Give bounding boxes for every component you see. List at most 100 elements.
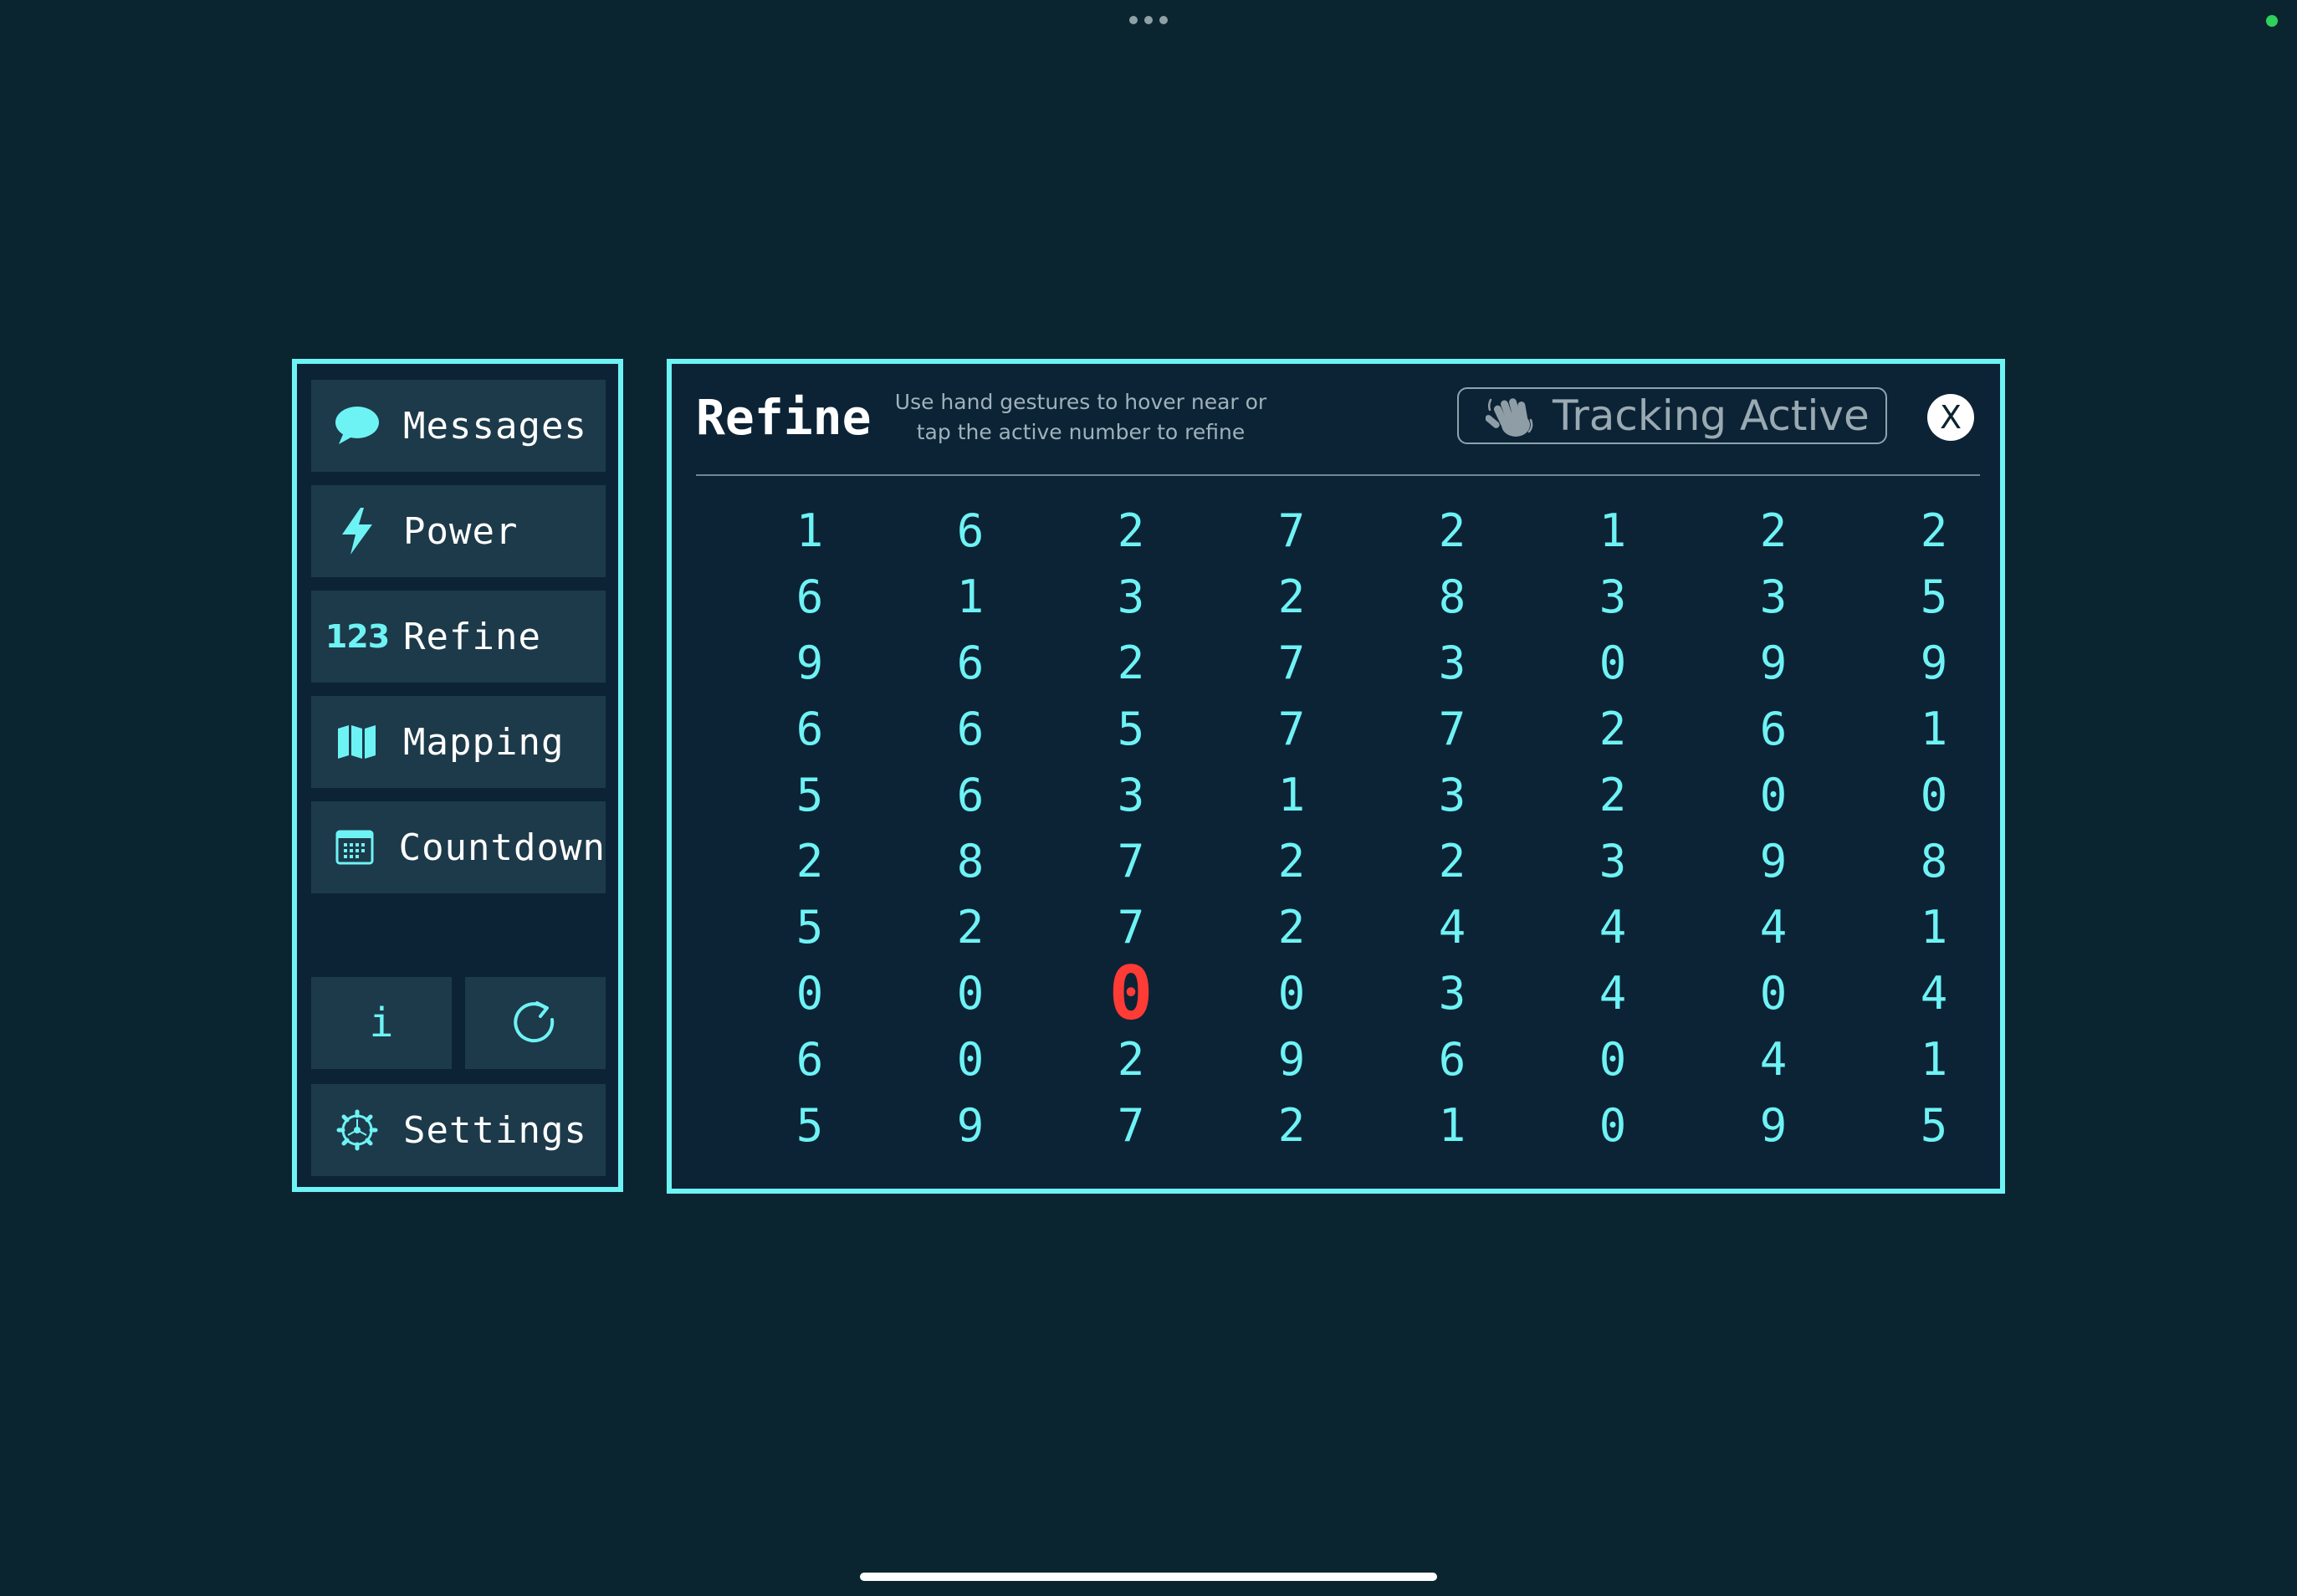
active-number-cell[interactable]: 0	[1051, 950, 1211, 1036]
number-cell[interactable]: 1	[890, 564, 1051, 630]
number-cell[interactable]: 6	[729, 564, 890, 630]
number-cell[interactable]: 2	[1211, 894, 1372, 960]
number-cell[interactable]: 3	[1693, 564, 1854, 630]
number-cell[interactable]: 9	[1211, 1026, 1372, 1092]
number-cell[interactable]: 2	[1211, 1092, 1372, 1159]
number-cell[interactable]: 9	[1854, 630, 2014, 696]
multitasking-dots-icon[interactable]	[1129, 15, 1168, 25]
number-cell[interactable]: 6	[1372, 1026, 1532, 1092]
number-cell[interactable]: 9	[890, 1092, 1051, 1159]
number-cell[interactable]: 5	[1854, 564, 2014, 630]
number-cell[interactable]: 6	[890, 498, 1051, 564]
number-cell[interactable]: 2	[1051, 1026, 1211, 1092]
number-cell[interactable]: 6	[890, 696, 1051, 762]
number-cell[interactable]: 2	[890, 894, 1051, 960]
number-cell[interactable]: 7	[1051, 1092, 1211, 1159]
number-cell[interactable]: 6	[890, 762, 1051, 828]
number-cell[interactable]: 6	[729, 1026, 890, 1092]
number-cell[interactable]: 4	[1693, 1026, 1854, 1092]
instruction-text: Use hand gestures to hover near or tap t…	[894, 390, 1267, 444]
number-cell[interactable]: 5	[729, 894, 890, 960]
number-cell[interactable]: 7	[1211, 498, 1372, 564]
number-cell[interactable]: 5	[729, 762, 890, 828]
sidebar-item-mapping[interactable]: Mapping	[311, 696, 606, 788]
number-cell[interactable]: 0	[1532, 1026, 1693, 1092]
number-cell[interactable]: 4	[1854, 960, 2014, 1026]
number-cell[interactable]: 9	[1693, 828, 1854, 894]
number-cell[interactable]: 2	[1051, 498, 1211, 564]
number-cell[interactable]: 4	[1532, 894, 1693, 960]
info-button[interactable]: i	[311, 977, 452, 1069]
number-cell[interactable]: 2	[1532, 762, 1693, 828]
number-cell[interactable]: 6	[729, 696, 890, 762]
number-cell[interactable]: 3	[1051, 762, 1211, 828]
sidebar-item-messages[interactable]: Messages	[311, 380, 606, 472]
number-cell[interactable]: 8	[890, 828, 1051, 894]
number-cell[interactable]: 9	[729, 630, 890, 696]
lightning-bolt-icon	[311, 485, 403, 577]
number-cell[interactable]: 2	[1372, 498, 1532, 564]
number-cell[interactable]: 7	[1372, 696, 1532, 762]
sidebar-item-refine[interactable]: 123 Refine	[311, 591, 606, 683]
close-button[interactable]: X	[1927, 394, 1974, 441]
number-cell[interactable]: 7	[1051, 828, 1211, 894]
number-cell[interactable]: 4	[1372, 894, 1532, 960]
number-cell[interactable]: 0	[890, 1026, 1051, 1092]
tracking-status-label: Tracking Active	[1553, 391, 1870, 440]
number-cell[interactable]: 2	[1693, 498, 1854, 564]
number-cell[interactable]: 7	[1211, 630, 1372, 696]
number-cell[interactable]: 2	[1854, 498, 2014, 564]
number-cell[interactable]: 2	[1532, 696, 1693, 762]
number-cell[interactable]: 1	[729, 498, 890, 564]
number-cell[interactable]: 2	[1211, 564, 1372, 630]
number-cell[interactable]: 9	[1693, 1092, 1854, 1159]
sidebar-item-label: Settings	[403, 1108, 587, 1152]
number-cell[interactable]: 3	[1372, 630, 1532, 696]
number-cell[interactable]: 0	[890, 960, 1051, 1026]
number-cell[interactable]: 0	[1854, 762, 2014, 828]
number-cell[interactable]: 3	[1532, 564, 1693, 630]
number-cell[interactable]: 3	[1372, 960, 1532, 1026]
number-cell[interactable]: 4	[1693, 894, 1854, 960]
number-cell[interactable]: 1	[1372, 1092, 1532, 1159]
number-cell[interactable]: 3	[1051, 564, 1211, 630]
number-cell[interactable]: 2	[1372, 828, 1532, 894]
number-cell[interactable]: 5	[729, 1092, 890, 1159]
number-cell[interactable]: 4	[1532, 960, 1693, 1026]
number-cell[interactable]: 6	[890, 630, 1051, 696]
number-cell[interactable]: 1	[1854, 696, 2014, 762]
number-cell[interactable]: 0	[1693, 762, 1854, 828]
number-cell[interactable]: 6	[1693, 696, 1854, 762]
number-cell[interactable]: 0	[1532, 630, 1693, 696]
number-cell[interactable]: 8	[1854, 828, 2014, 894]
number-cell[interactable]: 2	[1051, 630, 1211, 696]
number-cell[interactable]: 1	[1854, 1026, 2014, 1092]
number-cell[interactable]: 1	[1532, 498, 1693, 564]
home-indicator[interactable]	[860, 1573, 1437, 1581]
number-cell[interactable]: 3	[1532, 828, 1693, 894]
number-cell[interactable]: 3	[1372, 762, 1532, 828]
number-cell[interactable]: 0	[1211, 960, 1372, 1026]
number-cell[interactable]: 2	[1211, 828, 1372, 894]
refresh-icon	[514, 1001, 555, 1043]
close-icon: X	[1939, 399, 1962, 436]
number-cell[interactable]: 7	[1211, 696, 1372, 762]
refine-panel: Refine Use hand gestures to hover near o…	[667, 359, 2005, 1194]
number-cell[interactable]: 8	[1372, 564, 1532, 630]
number-cell[interactable]: 1	[1211, 762, 1372, 828]
sidebar-item-label: Messages	[403, 404, 587, 448]
sidebar-item-settings[interactable]: Settings	[311, 1084, 606, 1176]
number-cell[interactable]: 1	[1854, 894, 2014, 960]
map-icon	[311, 696, 403, 788]
number-cell[interactable]: 5	[1854, 1092, 2014, 1159]
sidebar-item-power[interactable]: Power	[311, 485, 606, 577]
number-cell[interactable]: 0	[1693, 960, 1854, 1026]
number-cell[interactable]: 2	[729, 828, 890, 894]
refresh-button[interactable]	[465, 977, 606, 1069]
number-cell[interactable]: 0	[1532, 1092, 1693, 1159]
sidebar-item-countdown[interactable]: Countdown	[311, 801, 606, 893]
number-cell[interactable]: 0	[729, 960, 890, 1026]
number-cell[interactable]: 9	[1693, 630, 1854, 696]
sidebar: Messages Power 123 Refine Mapping Countd…	[292, 359, 623, 1192]
number-cell[interactable]: 5	[1051, 696, 1211, 762]
